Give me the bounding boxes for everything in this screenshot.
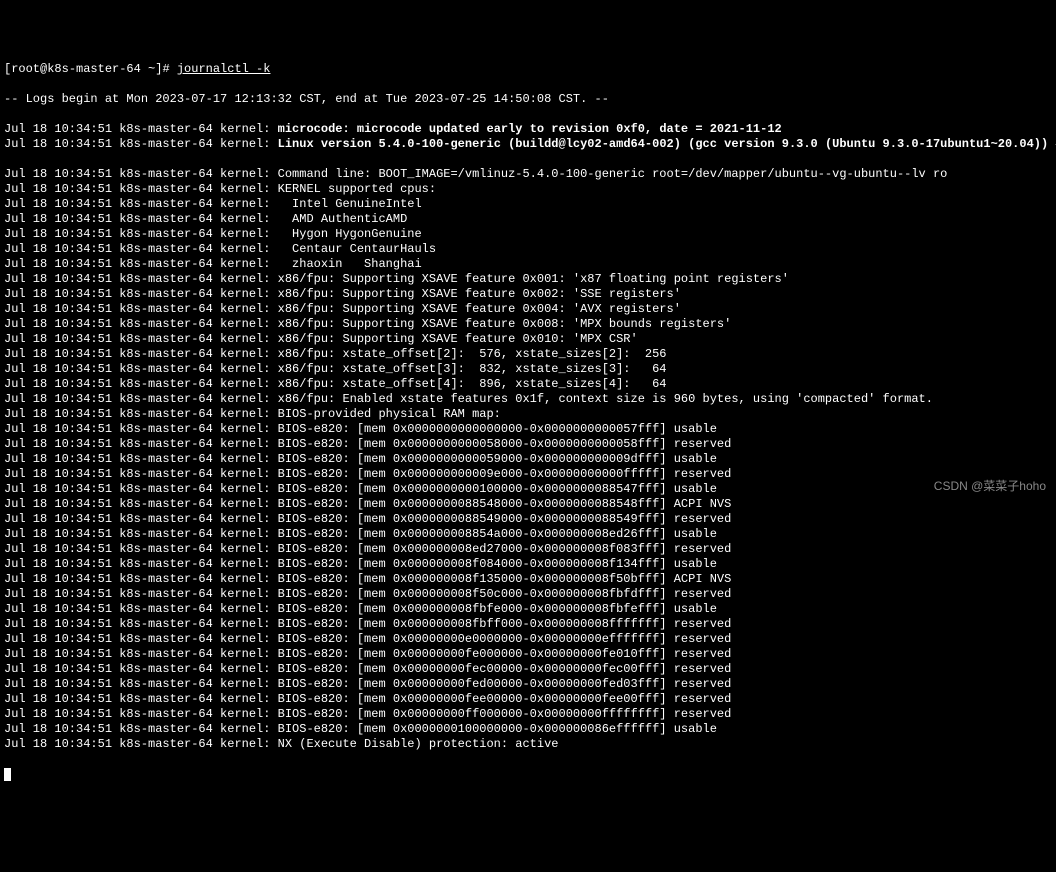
log-line: Jul 18 10:34:51 k8s-master-64 kernel: BI…: [4, 452, 1052, 467]
log-line: Jul 18 10:34:51 k8s-master-64 kernel: In…: [4, 197, 1052, 212]
pager-cursor: [4, 768, 11, 781]
log-line: Jul 18 10:34:51 k8s-master-64 kernel: Hy…: [4, 227, 1052, 242]
log-line: Jul 18 10:34:51 k8s-master-64 kernel: BI…: [4, 662, 1052, 677]
log-line: Jul 18 10:34:51 k8s-master-64 kernel: Li…: [4, 137, 1052, 152]
log-line: Jul 18 10:34:51 k8s-master-64 kernel: BI…: [4, 557, 1052, 572]
shell-prompt[interactable]: [root@k8s-master-64 ~]# journalctl -k: [4, 62, 1052, 77]
prompt-user-host: [root@k8s-master-64 ~]#: [4, 62, 177, 76]
log-line: Jul 18 10:34:51 k8s-master-64 kernel: BI…: [4, 422, 1052, 437]
log-line: Jul 18 10:34:51 k8s-master-64 kernel: x8…: [4, 347, 1052, 362]
log-line: Jul 18 10:34:51 k8s-master-64 kernel: x8…: [4, 317, 1052, 332]
log-line: Jul 18 10:34:51 k8s-master-64 kernel: BI…: [4, 692, 1052, 707]
log-line: Jul 18 10:34:51 k8s-master-64 kernel: BI…: [4, 632, 1052, 647]
log-line: Jul 18 10:34:51 k8s-master-64 kernel: x8…: [4, 392, 1052, 407]
log-line: Jul 18 10:34:51 k8s-master-64 kernel: x8…: [4, 332, 1052, 347]
log-line: Jul 18 10:34:51 k8s-master-64 kernel: BI…: [4, 542, 1052, 557]
log-line: Jul 18 10:34:51 k8s-master-64 kernel: BI…: [4, 617, 1052, 632]
log-line: Jul 18 10:34:51 k8s-master-64 kernel: zh…: [4, 257, 1052, 272]
log-line: Jul 18 10:34:51 k8s-master-64 kernel: BI…: [4, 482, 1052, 497]
log-line: Jul 18 10:34:51 k8s-master-64 kernel: x8…: [4, 377, 1052, 392]
log-line: Jul 18 10:34:51 k8s-master-64 kernel: BI…: [4, 467, 1052, 482]
log-line: Jul 18 10:34:51 k8s-master-64 kernel: x8…: [4, 362, 1052, 377]
log-line: Jul 18 10:34:51 k8s-master-64 kernel: BI…: [4, 722, 1052, 737]
log-line: Jul 18 10:34:51 k8s-master-64 kernel: Ce…: [4, 242, 1052, 257]
watermark: CSDN @菜菜子hoho: [934, 479, 1046, 494]
log-line: Jul 18 10:34:51 k8s-master-64 kernel: x8…: [4, 302, 1052, 317]
log-line: Jul 18 10:34:51 k8s-master-64 kernel: Co…: [4, 167, 1052, 182]
log-line: Jul 18 10:34:51 k8s-master-64 kernel: BI…: [4, 497, 1052, 512]
log-line: Jul 18 10:34:51 k8s-master-64 kernel: x8…: [4, 287, 1052, 302]
log-line: Jul 18 10:34:51 k8s-master-64 kernel: BI…: [4, 677, 1052, 692]
log-line: Jul 18 10:34:51 k8s-master-64 kernel: BI…: [4, 407, 1052, 422]
log-line: Jul 18 10:34:51 k8s-master-64 kernel: AM…: [4, 212, 1052, 227]
log-line: Jul 18 10:34:51 k8s-master-64 kernel: NX…: [4, 737, 1052, 752]
log-header: -- Logs begin at Mon 2023-07-17 12:13:32…: [4, 92, 1052, 107]
log-line: Jul 18 10:34:51 k8s-master-64 kernel: BI…: [4, 707, 1052, 722]
log-line: Jul 18 10:34:51 k8s-master-64 kernel: BI…: [4, 437, 1052, 452]
log-line: Jul 18 10:34:51 k8s-master-64 kernel: BI…: [4, 527, 1052, 542]
log-line: Jul 18 10:34:51 k8s-master-64 kernel: BI…: [4, 647, 1052, 662]
log-line: Jul 18 10:34:51 k8s-master-64 kernel: BI…: [4, 587, 1052, 602]
log-line: Jul 18 10:34:51 k8s-master-64 kernel: BI…: [4, 602, 1052, 617]
log-line: Jul 18 10:34:51 k8s-master-64 kernel: BI…: [4, 572, 1052, 587]
log-line: Jul 18 10:34:51 k8s-master-64 kernel: mi…: [4, 122, 1052, 137]
log-line: Jul 18 10:34:51 k8s-master-64 kernel: BI…: [4, 512, 1052, 527]
log-line: Jul 18 10:34:51 k8s-master-64 kernel: KE…: [4, 182, 1052, 197]
log-line: Jul 18 10:34:51 k8s-master-64 kernel: x8…: [4, 272, 1052, 287]
command-text: journalctl -k: [177, 62, 271, 76]
